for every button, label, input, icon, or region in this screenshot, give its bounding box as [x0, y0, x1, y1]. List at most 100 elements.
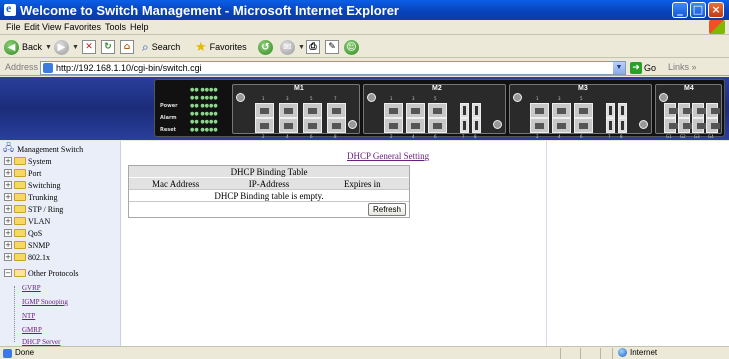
port-5[interactable]	[428, 103, 447, 118]
menu-tools[interactable]: Tools	[105, 22, 126, 32]
port-6[interactable]	[574, 118, 593, 133]
port-g2[interactable]	[678, 118, 692, 133]
screw-icon	[513, 93, 522, 102]
search-button[interactable]: ⌕ Search	[142, 39, 180, 55]
expand-icon[interactable]: +	[4, 193, 12, 201]
sidebar-item-label: SNMP	[28, 240, 50, 250]
menu-edit[interactable]: Edit	[24, 22, 40, 32]
expand-icon[interactable]: +	[4, 217, 12, 225]
fiber-port-8b[interactable]	[472, 118, 481, 133]
port-g1[interactable]	[664, 118, 678, 133]
menu-favorites[interactable]: Favorites	[64, 22, 101, 32]
sidebar-item-port[interactable]: + Port	[4, 167, 41, 179]
port-g4-top[interactable]	[706, 103, 720, 118]
refresh-page-button[interactable]: ↻	[101, 39, 115, 55]
expand-icon[interactable]: +	[4, 181, 12, 189]
stop-button[interactable]: ✕	[82, 39, 96, 55]
sidebar-item-system[interactable]: + System	[4, 155, 52, 167]
sidebar-item-label: 802.1x	[28, 252, 50, 262]
links-button[interactable]: Links »	[668, 62, 697, 72]
sidebar-item-qos[interactable]: + QoS	[4, 227, 42, 239]
go-button[interactable]: ➜ Go	[630, 62, 656, 74]
module-m1[interactable]: M1 1 3 5 7 2 4 6 8	[232, 84, 360, 139]
port-g3-top[interactable]	[692, 103, 706, 118]
sidebar-link-dhcp-server[interactable]: DHCP Server	[22, 338, 60, 346]
expand-icon[interactable]: +	[4, 229, 12, 237]
menu-view[interactable]: View	[42, 22, 61, 32]
sidebar-link-ntp[interactable]: NTP	[22, 312, 35, 320]
history-button[interactable]: ↺	[258, 39, 273, 55]
sidebar-link-gmrp[interactable]: GMRP	[22, 326, 42, 334]
mail-button[interactable]: ✉ ▼	[280, 39, 305, 55]
port-3[interactable]	[279, 103, 298, 118]
fiber-port-8[interactable]	[606, 118, 615, 133]
favorites-button[interactable]: ★ Favorites	[195, 39, 247, 55]
fiber-port-7b[interactable]	[618, 103, 627, 118]
close-button[interactable]: ×	[708, 2, 724, 18]
fiber-port-8[interactable]	[460, 118, 469, 133]
address-input[interactable]: http://192.168.1.10/cgi-bin/switch.cgi ▼	[40, 61, 626, 75]
expand-icon[interactable]: +	[4, 157, 12, 165]
port-5[interactable]	[574, 103, 593, 118]
port-2[interactable]	[384, 118, 403, 133]
module-m3[interactable]: M3 1 3 5 2 4 6 7 8	[509, 84, 652, 139]
dhcp-general-setting-link[interactable]: DHCP General Setting	[347, 151, 429, 161]
port-7[interactable]	[327, 103, 346, 118]
port-g4[interactable]	[706, 118, 720, 133]
port-1[interactable]	[530, 103, 549, 118]
expand-icon[interactable]: +	[4, 253, 12, 261]
page-content: 🖧 Management Switch + System + Port + Sw…	[0, 141, 729, 346]
expand-icon[interactable]: +	[4, 205, 12, 213]
forward-button[interactable]: ▶ ▼	[54, 39, 79, 55]
sidebar-item-other-protocols[interactable]: − Other Protocols	[4, 267, 78, 279]
port-number: G2	[680, 134, 686, 139]
table-title: DHCP Binding Table	[129, 166, 409, 178]
port-4[interactable]	[406, 118, 425, 133]
port-1[interactable]	[384, 103, 403, 118]
print-button[interactable]: ⎙	[306, 39, 320, 55]
fiber-port-7b[interactable]	[472, 103, 481, 118]
home-button[interactable]: ⌂	[120, 39, 134, 55]
chevron-down-icon[interactable]: ▼	[613, 62, 625, 74]
minimize-button[interactable]: _	[672, 2, 688, 18]
sidebar-item-stp-ring[interactable]: + STP / Ring	[4, 203, 63, 215]
port-8[interactable]	[327, 118, 346, 133]
module-m4[interactable]: M4 G1 G2 G3 G4	[655, 84, 722, 139]
port-2[interactable]	[255, 118, 274, 133]
sidebar-item-8021x[interactable]: + 802.1x	[4, 251, 50, 263]
sidebar-item-switching[interactable]: + Switching	[4, 179, 60, 191]
module-m2[interactable]: M2 1 3 5 2 4 6 7 8	[363, 84, 506, 139]
collapse-icon[interactable]: −	[4, 269, 12, 277]
edit-button[interactable]: ✎	[325, 39, 339, 55]
fiber-port-7[interactable]	[460, 103, 469, 118]
port-4[interactable]	[279, 118, 298, 133]
menu-file[interactable]: File	[6, 22, 21, 32]
port-4[interactable]	[552, 118, 571, 133]
tree-root[interactable]: 🖧 Management Switch	[3, 143, 83, 155]
sidebar-item-snmp[interactable]: + SNMP	[4, 239, 50, 251]
port-g3[interactable]	[692, 118, 706, 133]
maximize-button[interactable]: □	[690, 2, 706, 18]
port-6[interactable]	[428, 118, 447, 133]
back-button[interactable]: ◀ Back ▼	[4, 39, 52, 55]
expand-icon[interactable]: +	[4, 169, 12, 177]
port-1[interactable]	[255, 103, 274, 118]
port-3[interactable]	[406, 103, 425, 118]
port-2[interactable]	[530, 118, 549, 133]
port-g2-top[interactable]	[678, 103, 692, 118]
sidebar-item-trunking[interactable]: + Trunking	[4, 191, 58, 203]
sidebar-link-gvrp[interactable]: GVRP	[22, 284, 41, 292]
sidebar-link-igmp-snooping[interactable]: IGMP Snooping	[22, 298, 68, 306]
expand-icon[interactable]: +	[4, 241, 12, 249]
fiber-port-7[interactable]	[606, 103, 615, 118]
port-g1-top[interactable]	[664, 103, 678, 118]
refresh-button[interactable]: Refresh	[367, 203, 406, 216]
port-5[interactable]	[303, 103, 322, 118]
sidebar-item-vlan[interactable]: + VLAN	[4, 215, 50, 227]
messenger-button[interactable]: ☺	[344, 39, 359, 55]
port-number: 4	[286, 134, 289, 139]
port-3[interactable]	[552, 103, 571, 118]
fiber-port-8b[interactable]	[618, 118, 627, 133]
port-6[interactable]	[303, 118, 322, 133]
menu-help[interactable]: Help	[130, 22, 149, 32]
